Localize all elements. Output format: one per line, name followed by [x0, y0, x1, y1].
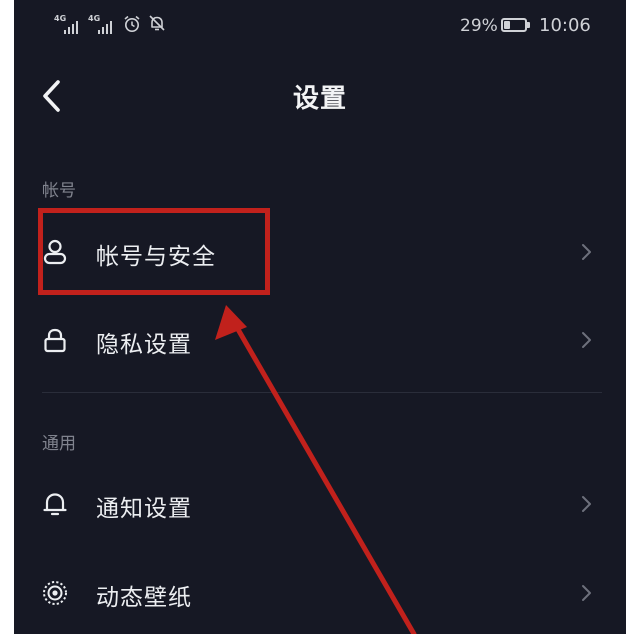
- privacy-settings-item[interactable]: 隐私设置: [14, 308, 626, 372]
- signal-icon: 4G: [54, 14, 82, 36]
- highlight-box: [38, 208, 270, 295]
- live-wallpaper-icon: [43, 581, 67, 605]
- battery-icon: [501, 18, 530, 32]
- section-divider: [42, 392, 602, 393]
- lock-icon: [44, 328, 66, 353]
- battery-percent: 29%: [460, 16, 498, 36]
- signal-icon: 4G: [88, 14, 116, 36]
- live-wallpaper-item[interactable]: 动态壁纸: [14, 561, 626, 625]
- page-title: 设置: [292, 84, 347, 114]
- notification-settings-label: 通知设置: [96, 496, 192, 522]
- live-wallpaper-label: 动态壁纸: [96, 585, 192, 611]
- chevron-right-icon: [582, 244, 591, 260]
- settings-screen: 4G 4G 29% 10:06 设置 帐号 帐号与安全 隐私设置 通用 通知设置…: [14, 0, 626, 634]
- chevron-right-icon: [582, 585, 591, 601]
- chevron-right-icon: [582, 496, 591, 512]
- section-label-general: 通用: [42, 434, 76, 454]
- clock: 10:06: [539, 15, 591, 36]
- chevron-right-icon: [582, 332, 591, 348]
- section-label-account: 帐号: [42, 181, 76, 201]
- bell-icon: [43, 493, 67, 516]
- notification-settings-item[interactable]: 通知设置: [14, 472, 626, 536]
- notification-muted-icon: [149, 15, 165, 31]
- alarm-icon: [124, 15, 140, 32]
- status-bar: 4G 4G 29% 10:06: [14, 0, 626, 52]
- privacy-settings-label: 隐私设置: [96, 332, 192, 358]
